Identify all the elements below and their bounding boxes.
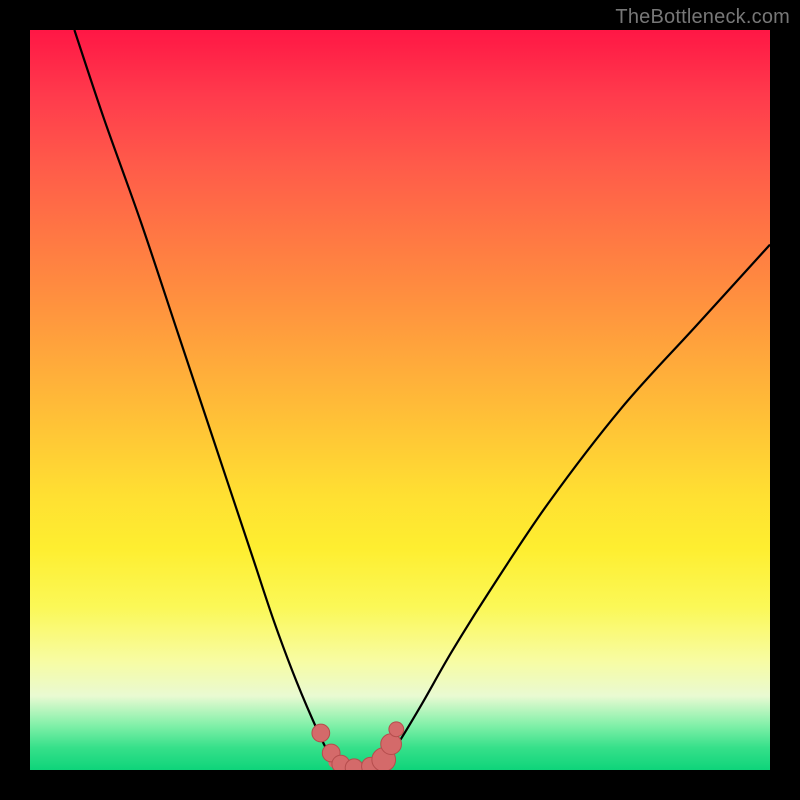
marker-dot — [332, 755, 350, 770]
chart-svg — [30, 30, 770, 770]
outer-frame: TheBottleneck.com — [0, 0, 800, 800]
marker-dot — [381, 734, 402, 755]
plot-area — [30, 30, 770, 770]
marker-dot — [362, 757, 380, 770]
curve-right — [385, 245, 770, 763]
marker-group — [312, 722, 404, 770]
curve-flat — [333, 763, 385, 768]
curve-left — [74, 30, 333, 763]
marker-dot — [345, 759, 363, 770]
marker-dot — [322, 744, 340, 762]
marker-dot — [389, 722, 404, 737]
watermark-text: TheBottleneck.com — [615, 6, 790, 29]
marker-dot — [312, 724, 330, 742]
marker-dot — [372, 748, 396, 770]
